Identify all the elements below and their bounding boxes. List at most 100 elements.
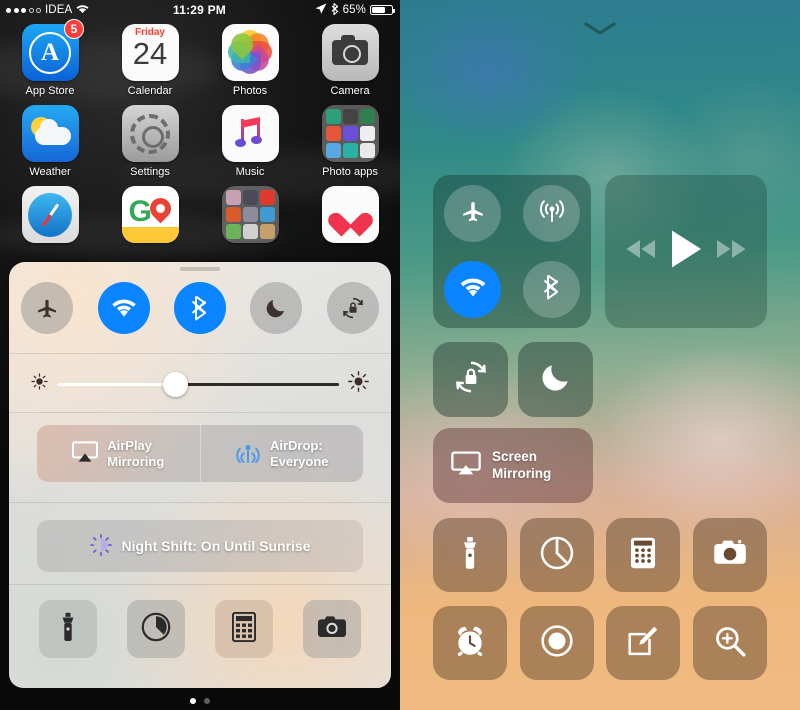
airdrop-icon: [235, 440, 261, 468]
toggle-row: [9, 282, 391, 334]
flashlight-button[interactable]: [39, 600, 97, 658]
airdrop-button[interactable]: AirDrop: Everyone: [201, 425, 364, 482]
fast-forward-icon[interactable]: [715, 238, 747, 265]
app-icon-weather[interactable]: Weather: [8, 105, 92, 178]
notes-icon: [626, 624, 660, 663]
app-icon-camera[interactable]: Camera: [308, 24, 392, 97]
folder-icon: [321, 105, 379, 162]
app-label: Settings: [130, 166, 170, 178]
app-icon-music[interactable]: Music: [208, 105, 292, 178]
airdrop-label: AirDrop: Everyone: [269, 437, 329, 469]
moon-icon: [265, 297, 287, 319]
cellular-icon: [538, 198, 566, 229]
page-dots: [0, 698, 400, 704]
app-label: Photo apps: [322, 166, 378, 178]
calculator-icon: [630, 536, 656, 575]
app-icon-health[interactable]: [308, 186, 392, 243]
folder-icon: [221, 186, 279, 243]
screen-mirroring-button[interactable]: Screen Mirroring: [433, 428, 593, 503]
do-not-disturb-toggle[interactable]: [250, 282, 303, 334]
brightness-slider[interactable]: [31, 369, 369, 399]
page-dot-active[interactable]: [190, 698, 196, 704]
app-icon-app-store[interactable]: 5 A App Store: [8, 19, 92, 97]
health-icon: [321, 186, 379, 243]
app-label: Camera: [330, 85, 370, 97]
weather-icon: [21, 105, 79, 162]
wifi-toggle[interactable]: [444, 261, 501, 319]
drag-handle[interactable]: [180, 267, 220, 271]
rotation-lock-toggle[interactable]: [326, 282, 379, 334]
camera-button[interactable]: [692, 518, 767, 592]
status-badge: 5: [64, 19, 84, 39]
wifi-toggle[interactable]: [97, 282, 150, 334]
timer-button[interactable]: [127, 600, 185, 658]
home-row: Weather Settings Music Photo apps: [0, 105, 400, 178]
calculator-button[interactable]: [606, 518, 681, 592]
airplay-icon: [72, 441, 99, 467]
page-dot[interactable]: [204, 698, 210, 704]
status-bar-right: 65%: [226, 2, 400, 18]
timer-button[interactable]: [519, 518, 594, 592]
app-icon-maps[interactable]: G: [108, 186, 192, 243]
notes-button[interactable]: [606, 606, 681, 680]
cellular-data-toggle[interactable]: [523, 184, 580, 242]
app-icon-photos[interactable]: Photos: [208, 24, 292, 97]
shortcut-row-2: [433, 606, 767, 680]
status-bar-time: 11:29 PM: [173, 3, 226, 17]
flashlight-button[interactable]: [433, 518, 507, 592]
night-shift-icon: [89, 533, 112, 559]
do-not-disturb-toggle[interactable]: [518, 342, 593, 417]
rewind-icon[interactable]: [625, 238, 657, 265]
wifi-icon: [76, 4, 89, 17]
airplay-airdrop-row: AirPlay Mirroring AirDrop: Everyone: [37, 425, 363, 482]
camera-icon: [321, 24, 379, 81]
bluetooth-toggle[interactable]: [173, 282, 226, 334]
airplay-label: AirPlay Mirroring: [107, 437, 165, 469]
chevron-down-icon[interactable]: [584, 22, 616, 36]
alarm-button[interactable]: [433, 606, 507, 680]
app-icon-safari[interactable]: [8, 186, 92, 243]
status-bar: IDEA 11:29 PM 65%: [0, 0, 400, 20]
brightness-high-icon: [348, 371, 369, 397]
wifi-icon: [459, 277, 487, 303]
airplane-mode-toggle[interactable]: [21, 282, 74, 334]
shortcut-row: [39, 600, 361, 658]
camera-icon: [712, 539, 748, 571]
ios11-pane: Screen Mirroring: [400, 0, 800, 710]
camera-button[interactable]: [303, 600, 361, 658]
shortcut-row-1: [433, 518, 767, 592]
app-icon-settings[interactable]: Settings: [108, 105, 192, 178]
night-shift-button[interactable]: Night Shift: On Until Sunrise: [37, 520, 363, 572]
divider: [9, 584, 391, 585]
screenshot-root: IDEA 11:29 PM 65% 5 A App Store Friday 2…: [0, 0, 800, 710]
brightness-low-icon: [31, 373, 48, 395]
screen-recording-button[interactable]: [519, 606, 594, 680]
divider: [9, 353, 391, 354]
calendar-day: 24: [132, 36, 168, 71]
moon-icon: [540, 361, 572, 398]
music-icon: [221, 105, 279, 162]
app-icon-photo-apps-folder[interactable]: Photo apps: [308, 105, 392, 178]
airplane-mode-toggle[interactable]: [444, 184, 501, 242]
rotation-lock-toggle[interactable]: [433, 342, 508, 417]
app-label: App Store: [25, 85, 75, 97]
brightness-track[interactable]: [57, 371, 339, 397]
connectivity-module: [433, 175, 591, 328]
airplay-icon: [451, 450, 481, 481]
magnifier-button[interactable]: [692, 606, 767, 680]
app-icon-calendar[interactable]: Friday 24 Calendar: [108, 24, 192, 97]
bluetooth-toggle[interactable]: [523, 261, 580, 319]
rotation-lock-icon: [453, 359, 489, 400]
control-center-panel: AirPlay Mirroring AirDrop: Everyone Nigh…: [9, 262, 391, 688]
app-icon-social-folder[interactable]: [208, 186, 292, 243]
calculator-button[interactable]: [215, 600, 273, 658]
bluetooth-icon: [543, 273, 561, 306]
safari-icon: [21, 186, 79, 243]
airplay-mirroring-button[interactable]: AirPlay Mirroring: [37, 425, 200, 482]
airplane-icon: [35, 296, 59, 320]
signal-strength-dots: [6, 7, 41, 13]
play-icon[interactable]: [669, 229, 703, 274]
status-bar-left: IDEA: [0, 4, 173, 17]
app-label: Weather: [29, 166, 71, 178]
alarm-clock-icon: [453, 624, 487, 663]
